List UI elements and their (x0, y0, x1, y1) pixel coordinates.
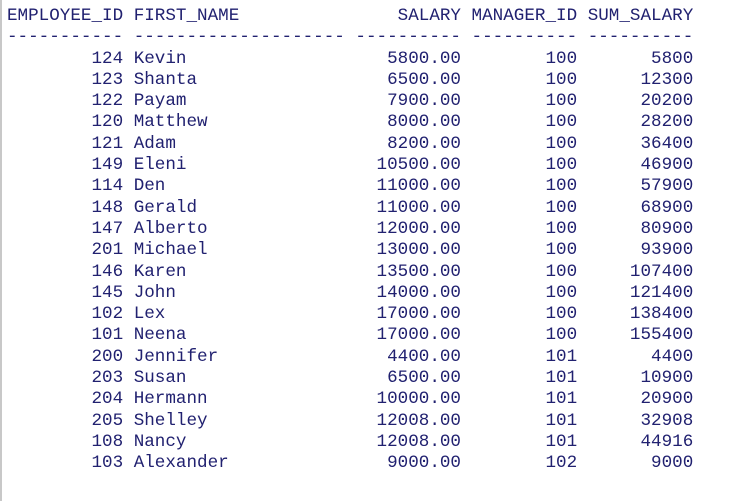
sql-result-terminal: EMPLOYEE_ID FIRST_NAME SALARY MANAGER_ID… (0, 0, 737, 501)
query-result-table: EMPLOYEE_ID FIRST_NAME SALARY MANAGER_ID… (7, 6, 694, 474)
